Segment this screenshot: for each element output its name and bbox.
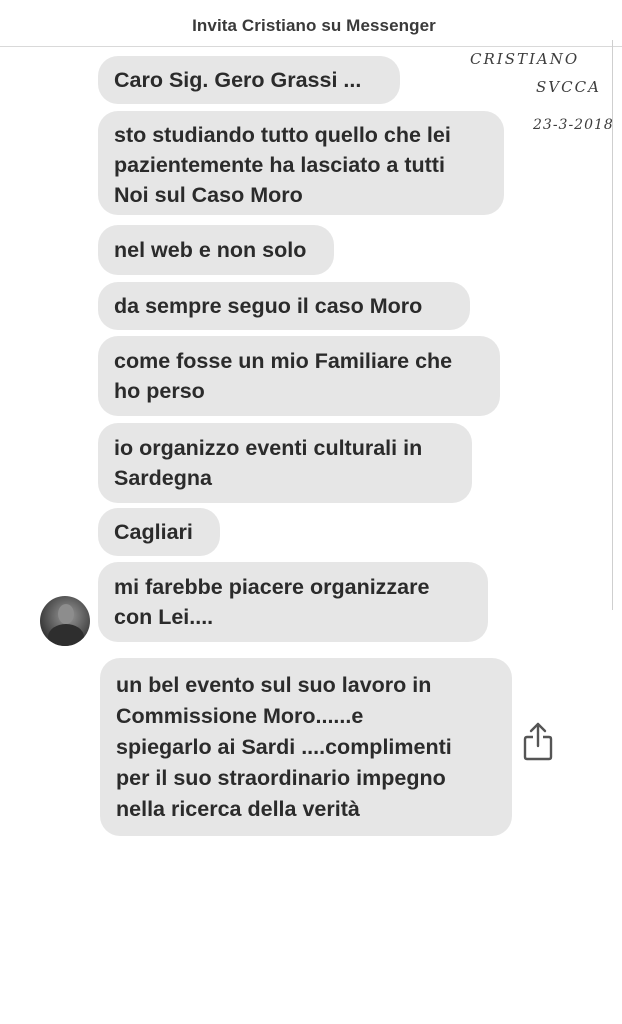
message-bubble[interactable]: come fosse un mio Familiare che ho perso <box>98 336 500 416</box>
message-text: come fosse un mio Familiare che ho perso <box>114 349 453 403</box>
message-text: Caro Sig. Gero Grassi ... <box>114 68 362 92</box>
message-bubble[interactable]: io organizzo eventi culturali in Sardegn… <box>98 423 472 503</box>
handwritten-name: CRISTIANO <box>470 50 580 68</box>
message-bubble[interactable]: mi farebbe piacere organizzare con Lei..… <box>98 562 488 642</box>
message-text: da sempre seguo il caso Moro <box>114 294 423 318</box>
message-text: mi farebbe piacere organizzare con Lei..… <box>114 575 430 629</box>
handwritten-surname: SVCCA <box>536 78 601 96</box>
message-text: sto studiando tutto quello che lei pazie… <box>114 122 451 207</box>
conversation-header: Invita Cristiano su Messenger <box>0 0 622 47</box>
message-bubble[interactable]: da sempre seguo il caso Moro <box>98 282 470 330</box>
message-text: un bel evento sul suo lavoro in Commissi… <box>116 672 452 821</box>
message-text: Cagliari <box>114 520 193 544</box>
share-icon[interactable] <box>522 721 554 761</box>
message-bubble[interactable]: un bel evento sul suo lavoro in Commissi… <box>100 658 512 836</box>
avatar-face <box>58 604 74 624</box>
handwritten-date: 23-3-2018 <box>533 117 614 133</box>
message-bubble[interactable]: sto studiando tutto quello che lei pazie… <box>98 111 504 215</box>
contact-avatar[interactable] <box>40 596 90 646</box>
header-title: Invita Cristiano su Messenger <box>192 16 436 35</box>
message-text: nel web e non solo <box>114 238 307 262</box>
message-bubble[interactable]: nel web e non solo <box>98 225 334 275</box>
avatar-body <box>48 624 84 646</box>
message-bubble[interactable]: Cagliari <box>98 508 220 556</box>
message-text: io organizzo eventi culturali in Sardegn… <box>114 436 423 490</box>
message-bubble[interactable]: Caro Sig. Gero Grassi ... <box>98 56 400 104</box>
